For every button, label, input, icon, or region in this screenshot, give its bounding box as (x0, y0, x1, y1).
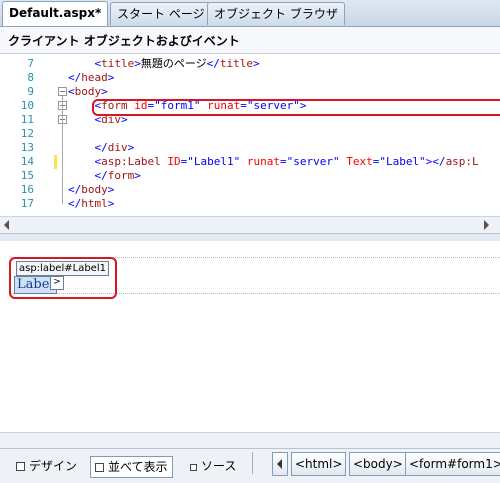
tab-start-page[interactable]: スタート ページ (110, 2, 212, 25)
line-number: 13 (20, 141, 34, 154)
highlighted-line-box (92, 99, 500, 116)
code-token: > (101, 85, 108, 98)
code-token: ="Label"></ (372, 155, 446, 168)
line-number: 12 (20, 127, 34, 140)
code-token: </ (68, 169, 108, 182)
control-tag-chip: asp:label#Label1 (16, 261, 109, 276)
line-number: 11 (20, 113, 34, 126)
line-number: 16 (20, 183, 34, 196)
tag-nav-left-icon[interactable] (272, 452, 288, 476)
source-editor[interactable]: 7 <title>無題のページ</title> 8 </head> 9− <body> 1… (0, 54, 500, 216)
line-number: 9 (27, 85, 34, 98)
code-line[interactable]: <body> (68, 85, 108, 99)
code-token: title (219, 57, 254, 70)
design-view-button[interactable]: デザイン (12, 456, 81, 476)
code-line[interactable]: </div> (68, 141, 134, 155)
code-token: head (81, 71, 108, 84)
code-token: 無題のページ (140, 57, 207, 70)
code-token: </ (206, 57, 220, 70)
code-token: body (81, 183, 108, 196)
collapse-icon[interactable]: − (58, 87, 67, 96)
code-line[interactable]: </body> (68, 183, 114, 197)
line-number: 17 (20, 197, 34, 210)
design-view-label: デザイン (29, 459, 78, 473)
source-view-button[interactable]: ソース (186, 456, 240, 476)
code-token: </ (68, 183, 82, 196)
source-view-label: ソース (201, 459, 237, 473)
scroll-right-icon[interactable] (484, 220, 489, 230)
tab-default-aspx[interactable]: Default.aspx* (2, 1, 109, 26)
code-line[interactable]: </html> (68, 197, 114, 211)
code-token: ="Label1" (180, 155, 241, 168)
code-token: body (74, 85, 102, 98)
split-view-button[interactable]: 並べて表示 (90, 456, 173, 478)
code-token: < (68, 57, 102, 70)
line-number: 15 (20, 169, 34, 182)
code-token: </ (68, 141, 108, 154)
code-token: < (68, 85, 75, 98)
code-token: runat (246, 155, 280, 168)
code-token: < (68, 155, 102, 168)
code-line[interactable]: <asp:Label ID="Label1" runat="server" Te… (68, 155, 479, 169)
code-token: asp:L (445, 155, 479, 168)
code-line[interactable]: <title>無題のページ</title> (68, 57, 260, 71)
source-view-icon (190, 464, 197, 471)
code-token: > (134, 169, 141, 182)
code-token: ="server" (279, 155, 340, 168)
client-objects-label: クライアント オブジェクトおよびイベント (8, 34, 240, 48)
code-token: form (107, 169, 135, 182)
line-number: 14 (20, 155, 34, 168)
design-horizontal-scrollbar[interactable] (0, 432, 500, 449)
code-token: title (101, 57, 135, 70)
tag-nav-html[interactable]: <html> (291, 452, 347, 476)
toolbar-separator (252, 452, 253, 474)
scroll-left-icon[interactable] (4, 220, 9, 230)
line-number: 7 (27, 57, 34, 70)
code-token: > (127, 141, 135, 154)
code-token: </ (68, 71, 82, 84)
code-token: div (107, 141, 128, 154)
client-objects-dropdown[interactable]: クライアント オブジェクトおよびイベント (0, 27, 500, 54)
code-token: html (81, 197, 108, 210)
design-view-icon (16, 462, 25, 471)
code-token: Text (346, 155, 373, 168)
code-token: > (107, 183, 115, 196)
code-line[interactable]: </head> (68, 71, 114, 85)
fold-guide (62, 124, 63, 148)
code-token: > (253, 57, 260, 70)
changed-line-marker (54, 155, 57, 169)
smart-tag-icon[interactable]: > (50, 276, 64, 290)
code-token: ID (167, 155, 181, 168)
code-line[interactable]: </form> (68, 169, 141, 183)
tag-nav-form[interactable]: <form#form1> (405, 452, 500, 476)
code-token: asp:Label (101, 155, 161, 168)
document-tab-bar: Default.aspx* スタート ページ オブジェクト ブラウザ (0, 0, 500, 27)
code-token: > (107, 197, 115, 210)
tag-nav-body[interactable]: <body> (349, 452, 407, 476)
code-token: > (107, 71, 115, 84)
code-token: > (134, 57, 141, 70)
line-number: 8 (27, 71, 34, 84)
tab-object-browser[interactable]: オブジェクト ブラウザ (207, 2, 345, 25)
source-horizontal-scrollbar[interactable] (0, 216, 500, 233)
split-view-label: 並べて表示 (108, 460, 168, 474)
split-view-icon (95, 463, 104, 472)
code-token: </ (68, 197, 82, 210)
line-number: 10 (20, 99, 34, 112)
